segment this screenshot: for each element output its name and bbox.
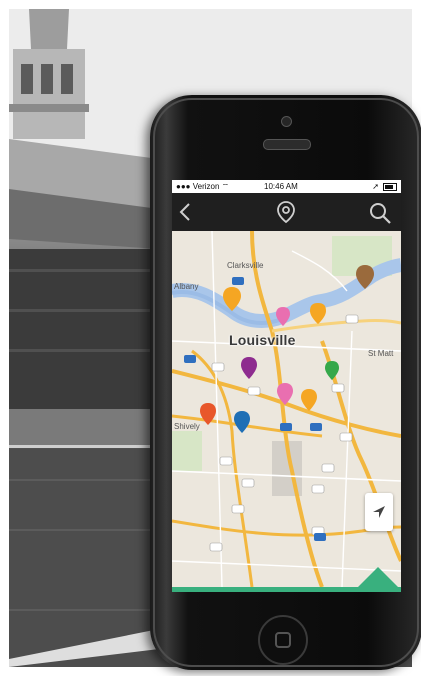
status-time: 10:46 AM bbox=[264, 182, 298, 191]
phone-screen: ●●● Verizon ⌔ 10:46 AM ➚ Clarksville Alb… bbox=[172, 180, 401, 592]
chevron-left-icon[interactable] bbox=[178, 202, 192, 222]
front-camera bbox=[281, 116, 292, 127]
map-label-st-matt: St Matt bbox=[368, 349, 394, 358]
city-label: Louisville bbox=[229, 332, 296, 348]
status-right: ➚ bbox=[372, 180, 397, 193]
location-arrow-icon: ➚ bbox=[372, 182, 379, 191]
nav-bar bbox=[172, 193, 401, 231]
map-label-clarksville: Clarksville bbox=[227, 261, 264, 270]
phone-mockup: ●●● Verizon ⌔ 10:46 AM ➚ Clarksville Alb… bbox=[150, 95, 421, 670]
earpiece-speaker bbox=[263, 139, 311, 150]
signal-icon: ●●● bbox=[176, 182, 191, 191]
map-label-albany: Albany bbox=[174, 282, 199, 291]
my-location-button[interactable] bbox=[365, 493, 393, 531]
search-icon[interactable] bbox=[368, 201, 392, 225]
navigation-arrow-icon bbox=[373, 506, 385, 518]
status-bar: ●●● Verizon ⌔ 10:46 AM ➚ bbox=[172, 180, 401, 193]
map-label-shively: Shively bbox=[174, 422, 200, 431]
map-canvas bbox=[172, 230, 401, 588]
carrier-name: Verizon bbox=[192, 182, 220, 191]
map-view[interactable]: Clarksville Albany St Matt Shively Louis… bbox=[172, 230, 401, 588]
home-button[interactable] bbox=[258, 615, 308, 665]
bottom-accent-bar bbox=[172, 587, 401, 592]
wifi-icon: ⌔ bbox=[221, 182, 230, 191]
carrier-label: ●●● Verizon ⌔ bbox=[176, 180, 229, 193]
battery-icon bbox=[383, 182, 397, 191]
home-square-icon bbox=[275, 632, 291, 648]
map-pin-icon[interactable] bbox=[276, 200, 296, 224]
